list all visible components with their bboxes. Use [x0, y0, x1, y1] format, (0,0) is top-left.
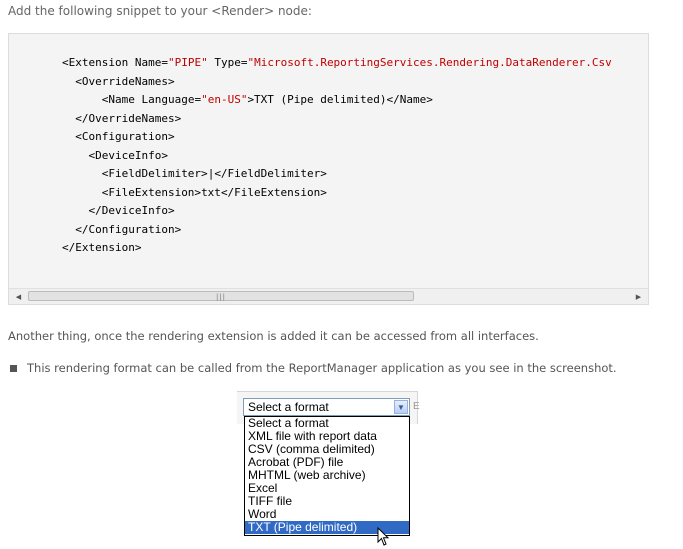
code-token: <FileExtension> — [101, 185, 202, 199]
bullet-text: This rendering format can be called from… — [27, 361, 617, 375]
code-token: </OverrideNames> — [75, 111, 182, 125]
scroll-right-arrow-icon[interactable]: ▶ — [631, 289, 646, 304]
scrollbar-grip-icon: ||| — [215, 293, 227, 301]
code-token: <DeviceInfo> — [88, 148, 168, 162]
intro-text: Add the following snippet to your <Rende… — [8, 4, 312, 18]
mouse-cursor-icon — [377, 527, 390, 546]
code-token: Name= — [134, 56, 168, 69]
code-line: <FieldDelimiter>|</FieldDelimiter> — [9, 165, 648, 184]
code-line: </OverrideNames> — [9, 110, 648, 129]
code-line: <DeviceInfo> — [9, 147, 648, 166]
scroll-left-arrow-icon[interactable]: ◀ — [11, 289, 26, 304]
horizontal-scrollbar[interactable]: ◀ ||| ▶ — [9, 288, 648, 304]
code-token: Type= — [207, 56, 248, 69]
code-token: "en-US" — [201, 93, 248, 106]
code-token: <Configuration> — [75, 130, 175, 143]
code-token: </Extension> — [61, 241, 142, 254]
code-line: <Configuration> — [9, 128, 648, 147]
code-line: </Extension> — [9, 239, 648, 258]
toolbar-edge-text: E — [413, 401, 420, 412]
code-lines: <Extension Name="PIPE" Type="Microsoft.R… — [9, 54, 648, 258]
code-token: "PIPE" — [167, 56, 208, 69]
code-token: "Microsoft.ReportingServices.Rendering.D… — [247, 56, 612, 69]
code-token: Language= — [141, 93, 202, 106]
dropdown-arrow-icon[interactable]: ▼ — [394, 400, 408, 414]
format-select-value: Select a format — [248, 400, 329, 414]
code-token: </DeviceInfo> — [88, 204, 175, 217]
code-token: </FileExtension> — [220, 185, 327, 199]
code-token: <FieldDelimiter> — [101, 167, 208, 180]
paragraph-text: Another thing, once the rendering extens… — [8, 329, 539, 343]
code-line: <Extension Name="PIPE" Type="Microsoft.R… — [9, 54, 648, 73]
code-line: </Configuration> — [9, 221, 648, 240]
code-token: <Name — [101, 93, 142, 106]
code-token: </FieldDelimiter> — [214, 167, 327, 180]
bullet-square-icon — [10, 364, 17, 372]
code-line: <Name Language="en-US">TXT (Pipe delimit… — [9, 91, 648, 110]
code-token: txt — [201, 185, 221, 199]
code-line: <OverrideNames> — [9, 73, 648, 92]
code-token: <Extension — [61, 56, 135, 69]
code-token: <OverrideNames> — [75, 74, 175, 88]
scrollbar-thumb[interactable]: ||| — [28, 291, 414, 301]
format-dropdown-list[interactable]: Select a format XML file with report data… — [244, 416, 410, 536]
code-snippet-box: <Extension Name="PIPE" Type="Microsoft.R… — [8, 33, 649, 305]
code-token: >TXT (Pipe delimited)</Name> — [247, 93, 433, 106]
bullet-item: This rendering format can be called from… — [8, 361, 617, 375]
code-token: </Configuration> — [75, 222, 182, 236]
code-line: <FileExtension>txt</FileExtension> — [9, 184, 648, 203]
code-line: </DeviceInfo> — [9, 202, 648, 221]
format-select[interactable]: Select a format ▼ — [243, 398, 410, 416]
